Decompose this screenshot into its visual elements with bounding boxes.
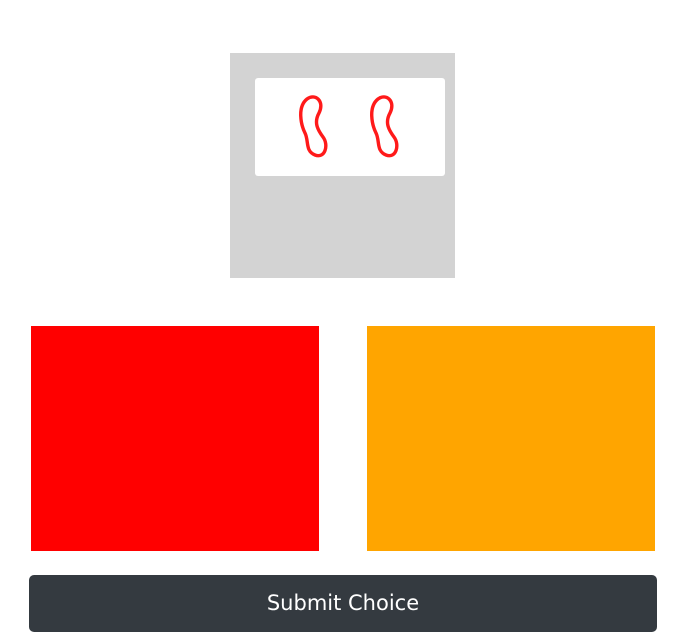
stimulus-panel	[230, 53, 455, 278]
stimulus-card	[255, 78, 445, 176]
submit-choice-button[interactable]: Submit Choice	[29, 575, 657, 632]
choice-orange-swatch[interactable]	[367, 326, 655, 551]
task-stage: Submit Choice	[0, 0, 674, 643]
stimulus-shapes	[299, 95, 399, 158]
choice-red-swatch[interactable]	[31, 326, 319, 551]
s-squiggle-icon	[370, 95, 399, 158]
s-squiggle-icon	[299, 95, 328, 158]
